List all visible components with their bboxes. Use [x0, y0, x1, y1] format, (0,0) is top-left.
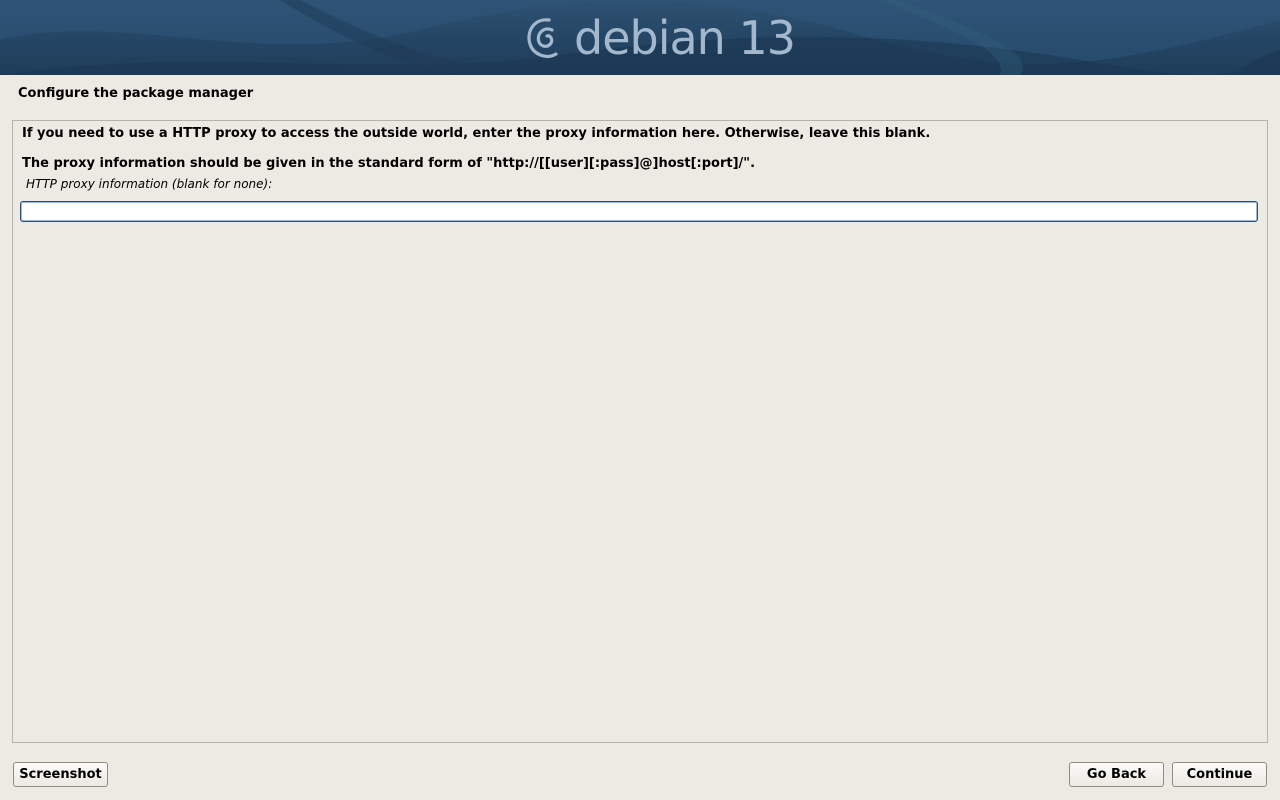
header-banner: debian 13 — [0, 0, 1280, 75]
page-title: Configure the package manager — [18, 86, 254, 101]
proxy-field-label: HTTP proxy information (blank for none): — [26, 177, 273, 191]
proxy-input[interactable] — [20, 201, 1258, 222]
debian-swirl-icon — [527, 18, 558, 58]
content-panel: If you need to use a HTTP proxy to acces… — [12, 120, 1268, 743]
screenshot-button[interactable]: Screenshot — [13, 762, 108, 787]
proxy-format-hint: The proxy information should be given in… — [22, 156, 756, 171]
go-back-button[interactable]: Go Back — [1069, 762, 1164, 787]
debian-wordmark: debian 13 — [574, 11, 796, 65]
debian-logo: debian 13 — [522, 11, 796, 65]
proxy-instructions: If you need to use a HTTP proxy to acces… — [22, 126, 931, 141]
continue-button[interactable]: Continue — [1172, 762, 1267, 787]
